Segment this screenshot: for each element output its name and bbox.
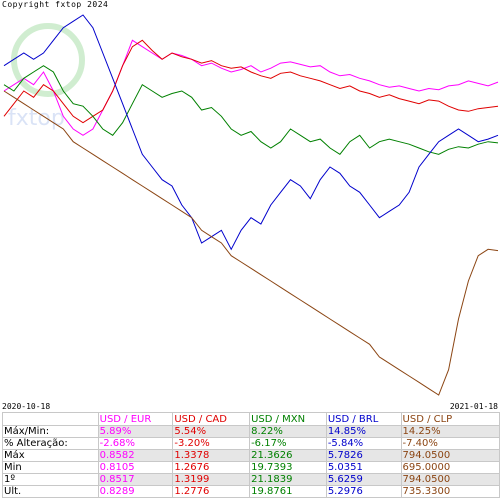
- cell: 14.25%: [400, 425, 500, 438]
- header-usd-mxn: USD / MXN: [249, 412, 327, 426]
- cell: 0.8289: [97, 485, 174, 498]
- cell: 5.89%: [97, 425, 174, 438]
- chart-area: fxtop: [3, 14, 499, 396]
- row-label: Min: [2, 461, 99, 474]
- fxtop-logo-watermark: fxtop: [8, 23, 85, 131]
- stats-table: USD / EUR USD / CAD USD / MXN USD / BRL …: [2, 412, 500, 498]
- cell: 5.6259: [325, 473, 402, 486]
- cell: 1.3199: [172, 473, 251, 486]
- cell: 794.0500: [400, 473, 500, 486]
- cell: 794.0500: [400, 449, 500, 462]
- header-usd-clp: USD / CLP: [400, 412, 500, 426]
- series-line-usd-eur: [3, 39, 499, 136]
- cell: -7.40%: [400, 437, 500, 450]
- cell: -3.20%: [172, 437, 251, 450]
- cell: 5.54%: [172, 425, 251, 438]
- cell: 19.7393: [249, 461, 327, 474]
- row-label: Máx/Min:: [2, 425, 99, 438]
- cell: 695.0000: [400, 461, 500, 474]
- cell: -5.84%: [325, 437, 402, 450]
- cell: 735.3300: [400, 485, 500, 498]
- cell: 0.8105: [97, 461, 174, 474]
- x-end-label: 2021-01-18: [449, 402, 498, 411]
- row-last: Ult. 0.8289 1.2776 19.8761 5.2976 735.33…: [2, 485, 500, 498]
- cell: -2.68%: [97, 437, 174, 450]
- cell: 5.2976: [325, 485, 402, 498]
- row-label: Máx: [2, 449, 99, 462]
- header-usd-eur: USD / EUR: [97, 412, 174, 426]
- cell: 8.22%: [249, 425, 327, 438]
- header-usd-cad: USD / CAD: [172, 412, 251, 426]
- cell: 21.3626: [249, 449, 327, 462]
- cell: 1.3378: [172, 449, 251, 462]
- row-max: Máx 0.8582 1.3378 21.3626 5.7826 794.050…: [2, 449, 500, 462]
- cell: 19.8761: [249, 485, 327, 498]
- cell: 5.7826: [325, 449, 402, 462]
- watermark-text: fxtop: [8, 106, 65, 131]
- cell: 21.1839: [249, 473, 327, 486]
- cell: 1.2676: [172, 461, 251, 474]
- row-first: 1º 0.8517 1.3199 21.1839 5.6259 794.0500: [2, 473, 500, 486]
- cell: 1.2776: [172, 485, 251, 498]
- header-blank: [2, 412, 99, 426]
- stats-header-row: USD / EUR USD / CAD USD / MXN USD / BRL …: [2, 412, 500, 426]
- row-alteracao: % Alteração: -2.68% -3.20% -6.17% -5.84%…: [2, 437, 500, 450]
- cell: 5.0351: [325, 461, 402, 474]
- row-label: 1º: [2, 473, 99, 486]
- x-start-label: 2020-10-18: [2, 402, 51, 411]
- row-max-min: Máx/Min: 5.89% 5.54% 8.22% 14.85% 14.25%: [2, 425, 500, 438]
- cell: 0.8517: [97, 473, 174, 486]
- row-label: Ult.: [2, 485, 99, 498]
- series-line-usd-clp: [3, 90, 499, 396]
- header-usd-brl: USD / BRL: [325, 412, 402, 426]
- cell: 14.85%: [325, 425, 402, 438]
- row-min: Min 0.8105 1.2676 19.7393 5.0351 695.000…: [2, 461, 500, 474]
- cell: 0.8582: [97, 449, 174, 462]
- row-label: % Alteração:: [2, 437, 99, 450]
- cell: -6.17%: [249, 437, 327, 450]
